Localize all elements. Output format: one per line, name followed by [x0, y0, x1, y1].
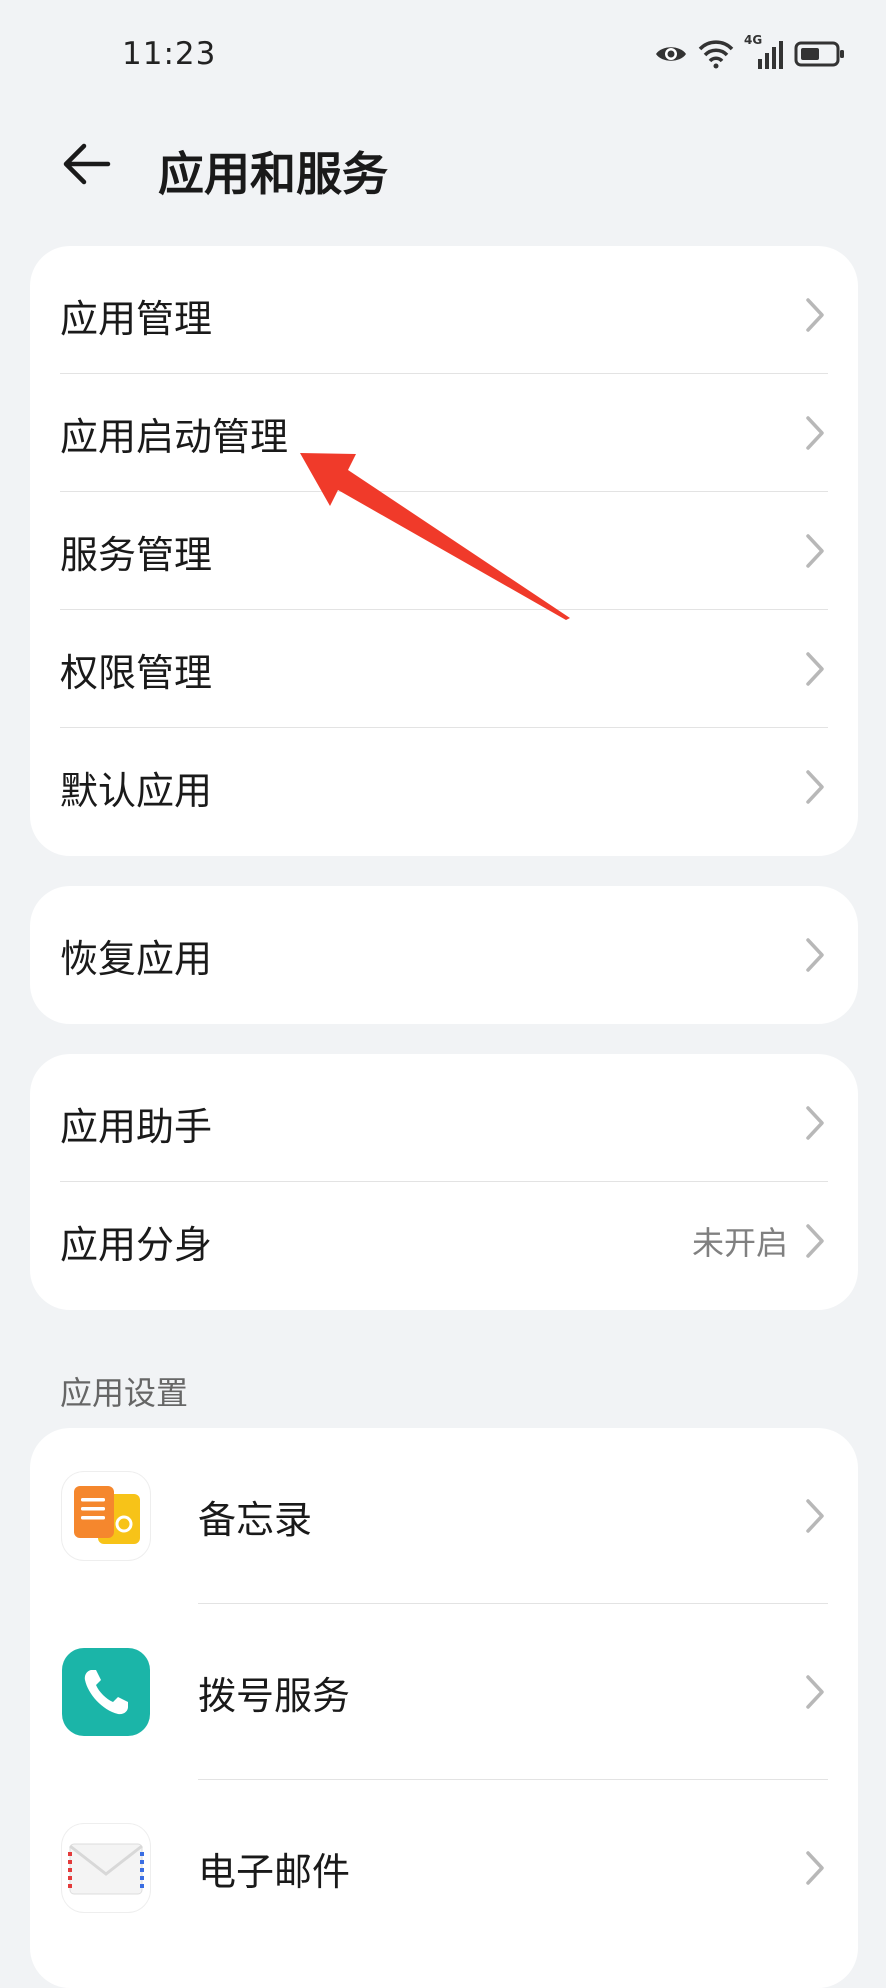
app-item-dialer[interactable]: 拨号服务	[30, 1604, 858, 1780]
chevron-right-icon	[806, 652, 824, 686]
menu-item-label: 服务管理	[60, 532, 213, 577]
menu-item-restore-apps[interactable]: 恢复应用	[30, 896, 858, 1014]
app-settings-card: 备忘录 拨号服务 电子邮件	[30, 1428, 858, 1988]
chevron-right-icon	[806, 1106, 824, 1140]
back-button[interactable]	[56, 132, 120, 196]
menu-item-service-management[interactable]: 服务管理	[30, 492, 858, 610]
nav-bar: 应用和服务	[0, 110, 886, 230]
section-header-app-settings: 应用设置	[60, 1374, 189, 1412]
menu-item-label: 应用启动管理	[60, 414, 289, 459]
chevron-right-icon	[806, 938, 824, 972]
email-icon	[62, 1824, 150, 1912]
chevron-right-icon	[806, 1499, 824, 1533]
menu-item-default-apps[interactable]: 默认应用	[30, 728, 858, 846]
app-item-label: 拨号服务	[198, 1673, 351, 1718]
wifi-icon	[698, 40, 734, 69]
restore-apps-card: 恢复应用	[30, 886, 858, 1024]
memo-icon	[62, 1472, 150, 1560]
app-assistant-card: 应用助手 应用分身 未开启	[30, 1054, 858, 1310]
menu-item-permission-management[interactable]: 权限管理	[30, 610, 858, 728]
menu-item-label: 应用分身	[60, 1222, 213, 1267]
chevron-right-icon	[806, 298, 824, 332]
phone-icon	[62, 1648, 150, 1736]
chevron-right-icon	[806, 770, 824, 804]
app-item-label: 备忘录	[198, 1497, 313, 1542]
chevron-right-icon	[806, 1224, 824, 1258]
menu-item-label: 权限管理	[60, 650, 213, 695]
app-item-email[interactable]: 电子邮件	[30, 1780, 858, 1956]
status-bar: 11:23 4G	[0, 0, 886, 110]
menu-item-label: 应用助手	[60, 1104, 213, 1149]
app-management-card: 应用管理 应用启动管理 服务管理 权限管理 默认应用	[30, 246, 858, 856]
chevron-right-icon	[806, 534, 824, 568]
back-arrow-icon	[63, 143, 111, 185]
page-title: 应用和服务	[158, 147, 388, 201]
signal-icon: 4G	[744, 33, 784, 71]
chevron-right-icon	[806, 1851, 824, 1885]
app-item-label: 电子邮件	[198, 1849, 351, 1894]
menu-item-label: 默认应用	[60, 768, 213, 813]
eye-icon	[656, 47, 686, 61]
menu-item-label: 恢复应用	[60, 936, 213, 981]
status-time: 11:23	[122, 36, 217, 72]
menu-item-app-management[interactable]: 应用管理	[30, 256, 858, 374]
app-twin-status: 未开启	[691, 1224, 788, 1262]
menu-item-app-launch-management[interactable]: 应用启动管理	[30, 374, 858, 492]
battery-icon	[794, 41, 844, 67]
menu-item-label: 应用管理	[60, 296, 213, 341]
status-icons: 4G	[654, 33, 846, 72]
chevron-right-icon	[806, 1675, 824, 1709]
menu-item-app-assistant[interactable]: 应用助手	[30, 1064, 858, 1182]
chevron-right-icon	[806, 416, 824, 450]
app-item-memo[interactable]: 备忘录	[30, 1428, 858, 1604]
menu-item-app-twin[interactable]: 应用分身 未开启	[30, 1182, 858, 1300]
